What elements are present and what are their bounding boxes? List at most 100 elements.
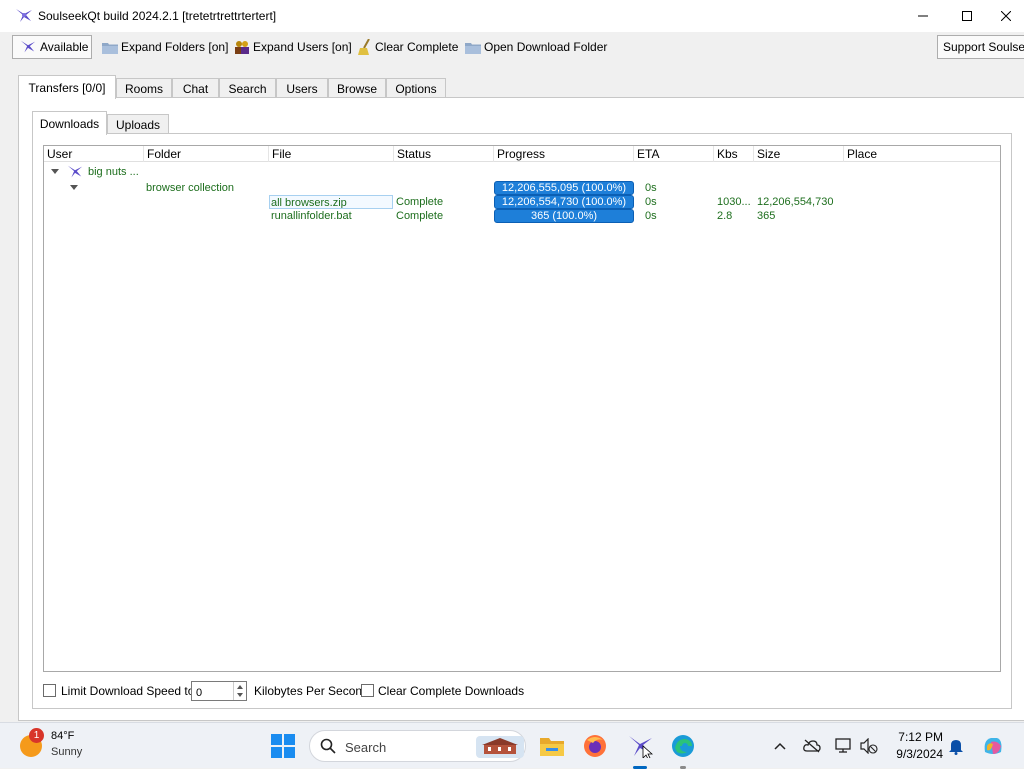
chevron-up-icon [774,742,786,750]
file-row[interactable]: runallinfolder.bat Complete 365 (100.0%)… [44,209,1000,223]
search-highlight-image [476,736,524,758]
expand-users-label: Expand Users [on] [253,40,352,54]
tab-uploads[interactable]: Uploads [107,114,169,134]
title-bar: SoulseekQt build 2024.2.1 [tretetrtrettr… [0,0,1024,32]
file-name: all browsers.zip [269,195,393,209]
soulseek-bird-icon [20,40,36,53]
search-icon [320,738,336,754]
copilot-icon [984,738,1002,754]
cloud-tray-button[interactable] [802,736,822,756]
open-download-folder-label: Open Download Folder [484,40,608,54]
download-footer: Limit Download Speed to Kilobytes Per Se… [40,680,640,702]
tree-header: User Folder File Status Progress ETA Kbs… [44,146,1000,162]
clear-complete-downloads-label: Clear Complete Downloads [378,684,525,698]
folder-icon [102,42,118,54]
bell-icon [949,740,963,755]
clear-complete-downloads-checkbox[interactable] [361,684,374,697]
collapse-arrow-icon[interactable] [70,185,78,190]
clear-complete-button[interactable]: Clear Complete [356,35,460,59]
close-icon [1001,11,1011,21]
volume-muted-icon [860,738,878,754]
edge-button[interactable] [669,732,697,760]
minimize-button[interactable] [900,0,946,32]
column-size[interactable]: Size [754,146,844,162]
weather-condition[interactable]: Sunny [51,746,82,758]
support-label: Support Soulseek [943,40,1024,54]
expand-folders-label: Expand Folders [on] [121,40,229,54]
expand-users-button[interactable]: Expand Users [on] [232,35,354,59]
tab-downloads[interactable]: Downloads [32,111,107,135]
file-kbs: 2.8 [717,210,733,222]
windows-start-icon[interactable] [271,734,295,758]
folder-progress-bar: 12,206,555,095 (100.0%) [494,181,634,195]
display-network-icon [835,738,851,753]
file-name: runallinfolder.bat [271,210,352,222]
column-file[interactable]: File [269,146,394,162]
tab-browse[interactable]: Browse [328,78,386,98]
tab-options[interactable]: Options [386,78,446,98]
column-user[interactable]: User [44,146,144,162]
weather-temperature[interactable]: 84°F [51,730,74,742]
minimize-icon [918,15,928,17]
column-progress[interactable]: Progress [494,146,634,162]
file-explorer-button[interactable] [538,732,566,760]
search-label: Search [345,740,387,755]
downloads-tree[interactable]: User Folder File Status Progress ETA Kbs… [43,145,1001,672]
tab-chat[interactable]: Chat [172,78,219,98]
limit-speed-label: Limit Download Speed to [61,684,195,698]
speed-spinner[interactable] [233,682,246,700]
column-kbs[interactable]: Kbs [714,146,754,162]
close-button[interactable] [988,0,1024,32]
users-icon [235,41,249,54]
show-hidden-icons-button[interactable] [770,736,790,756]
clear-complete-label: Clear Complete [375,40,459,54]
spin-arrows-icon [237,685,243,697]
column-status[interactable]: Status [394,146,494,162]
file-eta: 0s [645,210,657,222]
limit-speed-checkbox[interactable] [43,684,56,697]
folder-row[interactable]: browser collection 12,206,555,095 (100.0… [44,181,1000,195]
volume-tray-button[interactable] [859,736,879,756]
notification-badge: 1 [29,728,44,743]
speed-units-label: Kilobytes Per Second [254,684,369,698]
tab-transfers[interactable]: Transfers [0/0] [18,75,116,99]
expand-folders-button[interactable]: Expand Folders [on] [100,35,230,59]
main-tab-bar: Transfers [0/0] Rooms Chat Search Users … [18,75,1024,99]
soulseek-taskbar-button[interactable] [626,732,654,760]
taskbar-search-box[interactable]: Search [309,730,526,762]
copilot-button[interactable] [980,733,1006,759]
file-size: 365 [757,210,776,222]
clock-date[interactable]: 9/3/2024 [891,747,943,761]
tab-search[interactable]: Search [219,78,276,98]
network-tray-button[interactable] [834,736,854,756]
folder-icon [540,738,564,756]
file-kbs: 1030... [717,196,751,208]
notifications-button[interactable] [946,736,966,756]
edge-icon [672,735,694,757]
file-status: Complete [396,196,444,208]
folder-icon [465,42,481,54]
maximize-button[interactable] [944,0,990,32]
column-folder[interactable]: Folder [144,146,269,162]
file-row[interactable]: all browsers.zip Complete 12,206,554,730… [44,195,1000,209]
user-row[interactable]: big nuts ... [44,165,1000,179]
broom-icon [358,39,370,55]
tab-users[interactable]: Users [276,78,328,98]
column-eta[interactable]: ETA [634,146,714,162]
sub-tab-bar: Downloads Uploads [32,111,532,135]
firefox-icon [584,735,606,757]
firefox-button[interactable] [581,732,609,760]
support-soulseek-button[interactable]: Support Soulseek [937,35,1024,59]
collapse-arrow-icon[interactable] [51,169,59,174]
toolbar: Available Expand Folders [on] Expand Use… [0,32,1024,62]
open-download-folder-button[interactable]: Open Download Folder [463,35,609,59]
file-progress-bar: 12,206,554,730 (100.0%) [494,195,634,209]
user-bird-icon [67,165,83,178]
clock-time[interactable]: 7:12 PM [897,730,943,744]
window-title: SoulseekQt build 2024.2.1 [tretetrtrettr… [38,9,277,23]
column-place[interactable]: Place [844,146,1000,162]
available-button[interactable]: Available [12,35,92,59]
tab-rooms[interactable]: Rooms [116,78,172,98]
available-label: Available [40,40,89,54]
taskbar: 1 84°F Sunny Search 7:12 PM 9/3/2024 [0,722,1024,769]
